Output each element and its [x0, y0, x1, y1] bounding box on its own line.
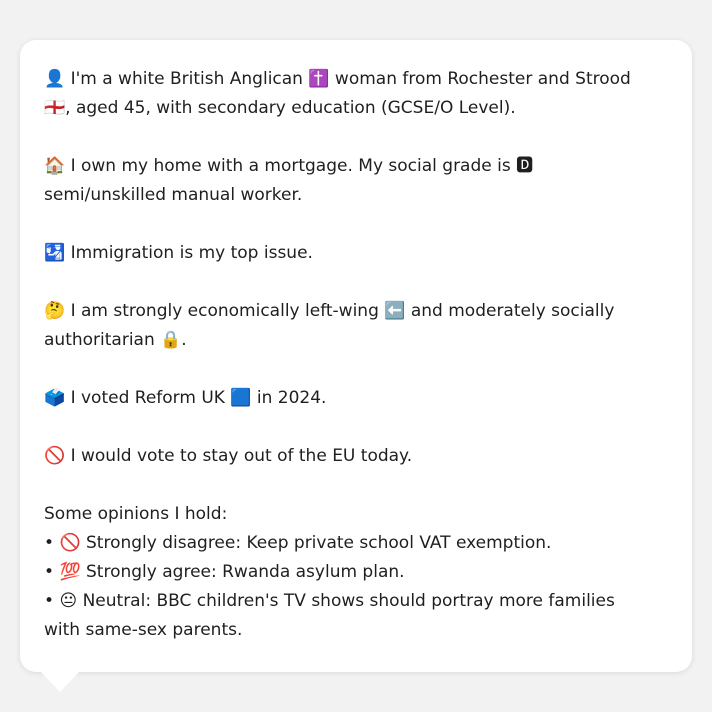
opinion-item: • 💯 Strongly agree: Rwanda asylum plan.: [44, 558, 644, 587]
ideology-text: I am strongly economically left-wing ⬅️ …: [44, 301, 615, 350]
hundred-points-icon: 💯: [59, 562, 81, 582]
persona-vote-2024: 🗳️ I voted Reform UK 🟦 in 2024.: [44, 384, 644, 413]
top-issue-text: Immigration is my top issue.: [70, 243, 313, 263]
passport-control-icon: 🛂: [44, 243, 66, 263]
opinion-item: • 🚫 Strongly disagree: Keep private scho…: [44, 529, 644, 558]
identity-text: I'm a white British Anglican ✝️ woman fr…: [44, 69, 631, 118]
bubble-tail: [40, 671, 80, 692]
message-bubble: 👤 I'm a white British Anglican ✝️ woman …: [20, 40, 692, 672]
opinion-text: Strongly disagree: Keep private school V…: [86, 533, 552, 553]
prohibited-icon: 🚫: [59, 533, 81, 553]
persona-identity: 👤 I'm a white British Anglican ✝️ woman …: [44, 65, 644, 123]
bullet: •: [44, 591, 55, 611]
persona-eu-stance: 🚫 I would vote to stay out of the EU tod…: [44, 442, 644, 471]
eu-text: I would vote to stay out of the EU today…: [70, 446, 413, 466]
opinions-block: Some opinions I hold: • 🚫 Strongly disag…: [44, 500, 644, 645]
house-icon: 🏠: [44, 156, 66, 176]
opinion-text: Neutral: BBC children's TV shows should …: [44, 591, 615, 640]
vote-text: I voted Reform UK 🟦 in 2024.: [70, 388, 327, 408]
opinion-text: Strongly agree: Rwanda asylum plan.: [86, 562, 405, 582]
persona-ideology: 🤔 I am strongly economically left-wing ⬅…: [44, 297, 644, 355]
bullet: •: [44, 533, 55, 553]
persona-housing: 🏠 I own my home with a mortgage. My soci…: [44, 152, 644, 210]
ballot-box-icon: 🗳️: [44, 388, 66, 408]
housing-text: I own my home with a mortgage. My social…: [44, 156, 534, 205]
person-icon: 👤: [44, 69, 66, 89]
prohibited-icon: 🚫: [44, 446, 66, 466]
bullet: •: [44, 562, 55, 582]
persona-top-issue: 🛂 Immigration is my top issue.: [44, 239, 644, 268]
opinions-heading: Some opinions I hold:: [44, 504, 228, 524]
thinking-face-icon: 🤔: [44, 301, 66, 321]
opinion-item: • 😐 Neutral: BBC children's TV shows sho…: [44, 587, 644, 645]
neutral-face-icon: 😐: [59, 591, 78, 611]
